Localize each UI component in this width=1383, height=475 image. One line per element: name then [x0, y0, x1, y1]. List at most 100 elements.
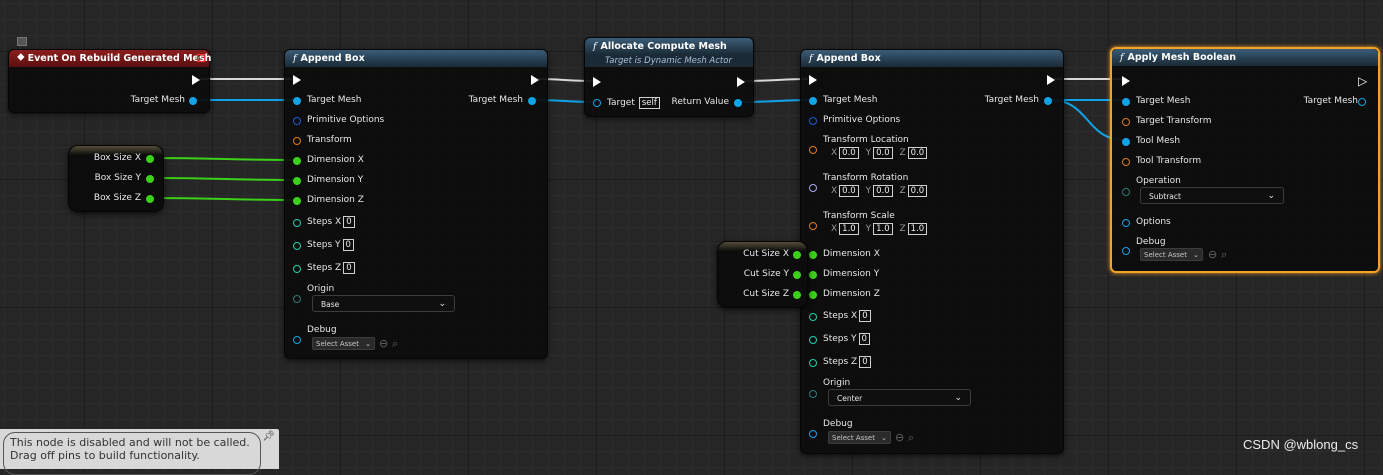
steps-y-input[interactable]: 0: [858, 333, 870, 345]
target-mesh-out-pin[interactable]: [1358, 98, 1366, 106]
debug-pin[interactable]: [1122, 247, 1130, 255]
dimension-y-pin[interactable]: [809, 271, 817, 279]
rotation-y-input[interactable]: 0.0: [873, 185, 893, 197]
dimension-z-pin[interactable]: [809, 291, 817, 299]
steps-z-row: Steps Z0: [307, 262, 355, 274]
browse-asset-search-icon[interactable]: ⌕: [1221, 249, 1227, 260]
exec-out-pin[interactable]: [737, 77, 745, 87]
steps-z-input[interactable]: 0: [343, 262, 355, 274]
event-delegate-icon[interactable]: [197, 54, 205, 62]
transform-pin[interactable]: [293, 137, 301, 145]
allocate-header[interactable]: f Allocate Compute Mesh: [585, 38, 753, 55]
exec-out-pin[interactable]: [192, 75, 200, 85]
steps-z-input[interactable]: 0: [859, 356, 871, 368]
steps-x-input[interactable]: 0: [859, 310, 871, 322]
operation-dropdown[interactable]: Subtract ⌄: [1140, 187, 1284, 204]
function-icon: f: [809, 53, 813, 64]
steps-x-pin[interactable]: [293, 219, 301, 227]
box-size-y-out-pin[interactable]: [146, 175, 154, 183]
use-selected-asset-icon[interactable]: ⊖: [379, 338, 388, 349]
location-y-input[interactable]: 0.0: [873, 147, 893, 159]
append-box-node-1[interactable]: f Append Box Target Mesh Target Mesh Prim…: [284, 49, 548, 359]
debug-asset-picker[interactable]: Select Asset ⌄: [312, 337, 375, 350]
exec-in-pin[interactable]: [809, 75, 817, 85]
use-selected-asset-icon[interactable]: ⊖: [895, 432, 904, 443]
apply-mesh-boolean-node[interactable]: f Apply Mesh Boolean ▷ Target Mesh Target…: [1110, 47, 1380, 273]
exec-in-pin[interactable]: [293, 75, 301, 85]
exec-out-pin[interactable]: [1047, 75, 1055, 85]
cut-size-variables[interactable]: Cut Size X Cut Size Y Cut Size Z: [717, 241, 808, 308]
origin-dropdown[interactable]: Center ⌄: [828, 389, 971, 406]
transform-rotation-pin[interactable]: [809, 184, 817, 192]
browse-asset-search-icon[interactable]: ⌕: [908, 432, 914, 443]
operation-value: Subtract: [1149, 192, 1181, 201]
dimension-x-pin[interactable]: [293, 157, 301, 165]
scale-z-input[interactable]: 1.0: [907, 223, 928, 235]
origin-pin[interactable]: [293, 295, 301, 303]
debug-pin[interactable]: [809, 430, 817, 438]
tool-transform-pin[interactable]: [1122, 158, 1130, 166]
append-box-node-2[interactable]: f Append Box Target Mesh Target Mesh Prim…: [800, 49, 1064, 454]
steps-z-pin[interactable]: [293, 265, 301, 273]
axis-x-label: X: [831, 224, 838, 234]
target-mesh-out-pin[interactable]: [189, 97, 197, 105]
box-size-z-out-pin[interactable]: [146, 195, 154, 203]
target-transform-pin[interactable]: [1122, 118, 1130, 126]
steps-y-pin[interactable]: [809, 336, 817, 344]
use-selected-asset-icon[interactable]: ⊖: [1208, 249, 1217, 260]
exec-out-pin[interactable]: ▷: [1358, 75, 1367, 87]
apply-mesh-boolean-header[interactable]: f Apply Mesh Boolean: [1112, 49, 1378, 66]
append-box-1-header[interactable]: f Append Box: [285, 50, 547, 67]
target-mesh-in-pin[interactable]: [293, 97, 301, 105]
append-box-2-header[interactable]: f Append Box: [801, 50, 1063, 67]
steps-y-pin[interactable]: [293, 242, 301, 250]
options-pin[interactable]: [1122, 219, 1130, 227]
browse-asset-search-icon[interactable]: ⌕: [392, 338, 398, 349]
scale-x-input[interactable]: 1.0: [839, 223, 859, 235]
return-value-out-pin[interactable]: [734, 99, 742, 107]
target-mesh-out-pin[interactable]: [1044, 97, 1052, 105]
cut-size-z-out-pin[interactable]: [793, 291, 801, 299]
rotation-x-input[interactable]: 0.0: [839, 185, 859, 197]
box-size-variables[interactable]: Box Size X Box Size Y Box Size Z: [68, 145, 164, 212]
scale-y-input[interactable]: 1.0: [873, 223, 893, 235]
primitive-options-pin[interactable]: [293, 117, 301, 125]
event-node-title: Event On Rebuild Generated Mesh: [27, 53, 212, 64]
location-z-input[interactable]: 0.0: [907, 147, 928, 159]
debug-pin[interactable]: [293, 336, 301, 344]
rotation-z-input[interactable]: 0.0: [907, 185, 928, 197]
exec-in-pin[interactable]: [593, 77, 601, 87]
pin-label: Debug: [1136, 237, 1166, 247]
cut-size-y-out-pin[interactable]: [793, 271, 801, 279]
exec-in-pin[interactable]: [1122, 76, 1130, 86]
target-mesh-in-pin[interactable]: [1122, 98, 1130, 106]
dimension-z-pin[interactable]: [293, 197, 301, 205]
steps-z-pin[interactable]: [809, 359, 817, 367]
location-x-input[interactable]: 0.0: [839, 147, 859, 159]
steps-y-input[interactable]: 0: [342, 239, 354, 251]
steps-x-pin[interactable]: [809, 313, 817, 321]
cut-size-x-out-pin[interactable]: [793, 251, 801, 259]
allocate-compute-mesh-node[interactable]: f Allocate Compute Mesh Target is Dynamic…: [584, 37, 754, 117]
steps-x-input[interactable]: 0: [343, 216, 355, 228]
origin-dropdown[interactable]: Base ⌄: [312, 295, 455, 312]
transform-location-pin[interactable]: [809, 146, 817, 154]
operation-pin[interactable]: [1122, 188, 1130, 196]
target-self-input[interactable]: self: [638, 97, 660, 109]
debug-asset-picker[interactable]: Select Asset ⌄: [1140, 248, 1203, 261]
exec-out-pin[interactable]: [531, 75, 539, 85]
box-size-x-out-pin[interactable]: [146, 155, 154, 163]
origin-pin[interactable]: [809, 390, 817, 398]
pin-icon[interactable]: 📌︎: [262, 431, 275, 442]
dimension-y-pin[interactable]: [293, 177, 301, 185]
dimension-x-pin[interactable]: [809, 251, 817, 259]
event-node[interactable]: ⯁ Event On Rebuild Generated Mesh Target …: [8, 49, 212, 113]
transform-scale-pin[interactable]: [809, 222, 817, 230]
target-in-pin[interactable]: [593, 99, 601, 107]
debug-asset-picker[interactable]: Select Asset ⌄: [828, 431, 891, 444]
event-node-header[interactable]: ⯁ Event On Rebuild Generated Mesh: [9, 50, 212, 67]
target-mesh-out-pin[interactable]: [528, 97, 536, 105]
tool-mesh-pin[interactable]: [1122, 138, 1130, 146]
primitive-options-pin[interactable]: [809, 117, 817, 125]
target-mesh-in-pin[interactable]: [809, 97, 817, 105]
